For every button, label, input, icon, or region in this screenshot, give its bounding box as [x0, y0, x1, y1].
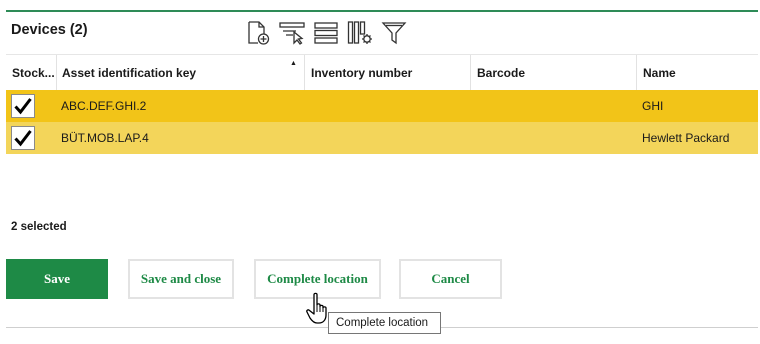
save-button[interactable]: Save: [6, 259, 108, 299]
save-and-close-button[interactable]: Save and close: [128, 259, 234, 299]
name-cell: GHI: [642, 99, 664, 113]
table-row[interactable]: BÜT.MOB.LAP.4 Hewlett Packard: [6, 122, 758, 154]
tooltip: Complete location: [328, 312, 441, 334]
checkmark-icon: [14, 98, 32, 115]
grid-toolbar: [244, 19, 408, 47]
table-header: Stock... Asset identification key ▲ Inve…: [6, 54, 758, 91]
add-document-icon[interactable]: [244, 19, 272, 47]
row-checkbox[interactable]: [11, 94, 35, 118]
column-header-inventory-number[interactable]: Inventory number: [304, 55, 470, 91]
column-header-asset-key[interactable]: Asset identification key: [56, 55, 304, 91]
asset-key-cell: ABC.DEF.GHI.2: [61, 99, 147, 113]
name-cell: Hewlett Packard: [642, 131, 730, 145]
rows-icon[interactable]: [312, 19, 340, 47]
asset-key-cell: BÜT.MOB.LAP.4: [61, 131, 149, 145]
column-header-stock[interactable]: Stock...: [6, 55, 56, 91]
top-divider: [6, 10, 758, 12]
cancel-button[interactable]: Cancel: [399, 259, 502, 299]
column-settings-icon[interactable]: [346, 19, 374, 47]
filter-icon[interactable]: [380, 19, 408, 47]
column-select-icon[interactable]: [278, 19, 306, 47]
column-header-barcode[interactable]: Barcode: [470, 55, 636, 91]
column-header-name[interactable]: Name: [636, 55, 758, 91]
row-checkbox[interactable]: [11, 126, 35, 150]
selection-count: 2 selected: [11, 221, 67, 233]
sort-ascending-icon: ▲: [290, 60, 297, 67]
panel-title: Devices (2): [11, 22, 88, 38]
checkmark-icon: [14, 130, 32, 147]
table-row[interactable]: ABC.DEF.GHI.2 GHI: [6, 90, 758, 122]
